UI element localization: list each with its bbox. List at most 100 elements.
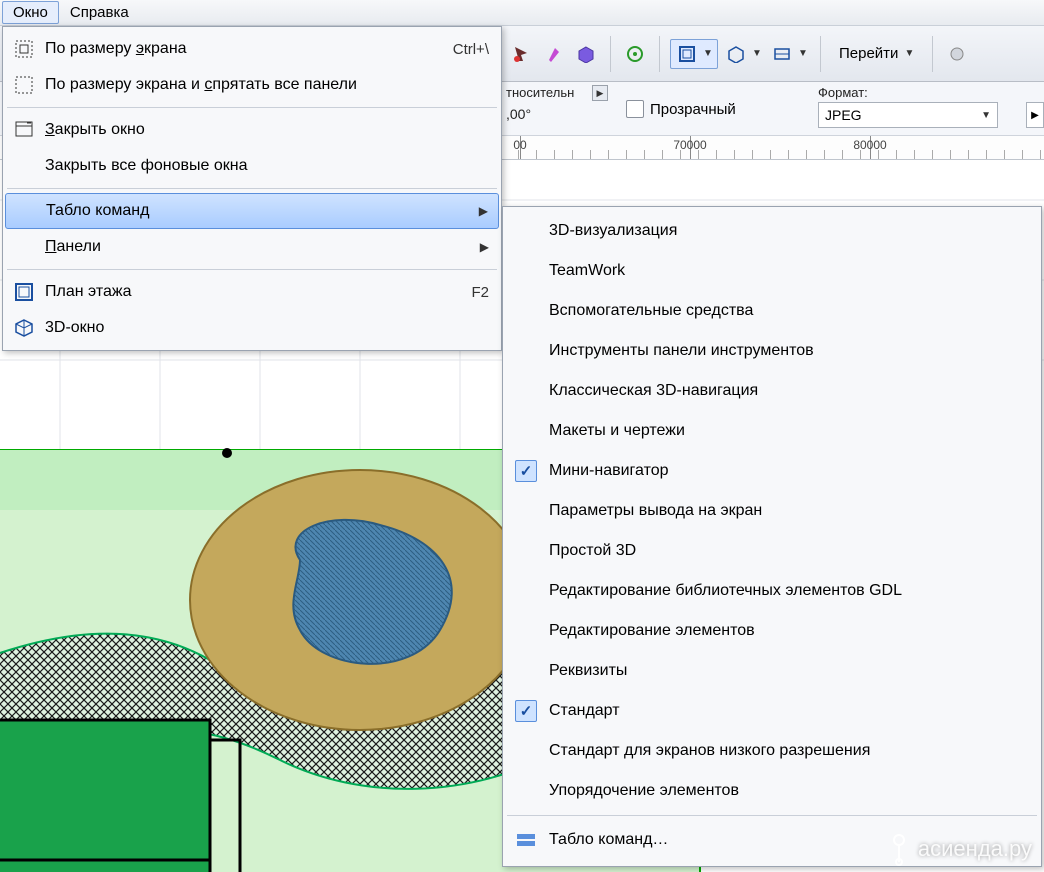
transparent-label: Прозрачный — [650, 101, 736, 118]
tool-target-icon[interactable] — [621, 40, 649, 68]
submenu-item-label: Табло команд… — [549, 831, 668, 849]
menu-item-label: 3D-окно — [45, 319, 104, 337]
submenu-item[interactable]: Реквизиты — [505, 651, 1039, 691]
toolbars-submenu: 3D-визуализация TeamWork Вспомогательные с… — [502, 206, 1042, 867]
tool-cube-icon[interactable] — [572, 40, 600, 68]
watermark-text: асиенда.ру — [918, 836, 1032, 862]
toolbar-separator — [659, 36, 660, 72]
check-icon: ✓ — [515, 700, 537, 722]
submenu-item[interactable]: Стандарт для экранов низкого разрешения — [505, 731, 1039, 771]
menu-separator — [507, 815, 1037, 816]
window-menu-dropdown: По размеру экранаCtrl+\По размеру экрана… — [2, 26, 502, 351]
watermark-icon — [888, 832, 910, 866]
menubar-item[interactable]: Окно — [2, 1, 59, 24]
submenu-item[interactable]: Макеты и чертежи — [505, 411, 1039, 451]
watermark: асиенда.ру — [888, 832, 1032, 866]
menu-item-label: По размеру экрана — [45, 40, 187, 58]
menu-item-label: Закрыть окно — [45, 121, 145, 139]
angle-value: ,00° — [506, 106, 531, 130]
format-select[interactable]: JPEG ▼ — [818, 102, 998, 128]
menu-separator — [7, 107, 497, 108]
menu-item[interactable]: По размеру экрана Ctrl+\ — [5, 31, 499, 67]
submenu-item-label: Параметры вывода на экран — [549, 502, 762, 520]
goto-label: Перейти — [839, 45, 898, 62]
submenu-item-label: Вспомогательные средства — [549, 302, 753, 320]
submenu-item[interactable]: Классическая 3D-навигация — [505, 371, 1039, 411]
menu-shortcut: F2 — [471, 284, 489, 301]
menu-item[interactable]: План этажаF2 — [5, 274, 499, 310]
transparent-checkbox[interactable] — [626, 100, 644, 118]
menu-item-label: Закрыть все фоновые окна — [45, 157, 248, 175]
submenu-item-label: 3D-визуализация — [549, 222, 677, 240]
format-play-button[interactable]: ▶ — [1026, 102, 1044, 128]
relative-label: тносительн — [506, 85, 574, 100]
toolbar-separator — [932, 36, 933, 72]
menu-shortcut: Ctrl+\ — [453, 41, 489, 58]
fit-hide-icon — [13, 74, 35, 96]
menu-item-label: Табло команд — [46, 202, 149, 220]
tool-misc-icon[interactable] — [943, 40, 971, 68]
goto-button[interactable]: Перейти ▼ — [831, 41, 922, 66]
submenu-item[interactable]: Параметры вывода на экран — [505, 491, 1039, 531]
menu-item[interactable]: Табло команд ▶ — [5, 193, 499, 229]
menu-item[interactable]: Панели ▶ — [5, 229, 499, 265]
submenu-item-label: Редактирование библиотечных элементов GD… — [549, 582, 902, 600]
ruler-label: 00 — [513, 138, 526, 152]
submenu-item[interactable]: TeamWork — [505, 251, 1039, 291]
submenu-arrow-icon: ▶ — [479, 204, 488, 218]
submenu-arrow-icon: ▶ — [480, 240, 489, 254]
submenu-item[interactable]: Инструменты панели инструментов — [505, 331, 1039, 371]
submenu-item[interactable]: Простой 3D — [505, 531, 1039, 571]
chevron-down-icon[interactable]: ▼ — [796, 40, 810, 68]
fit-screen-icon — [13, 38, 35, 60]
submenu-item-label: Упорядочение элементов — [549, 782, 739, 800]
submenu-item-label: Простой 3D — [549, 542, 636, 560]
tool-floorplan-button[interactable]: ▼ — [670, 39, 718, 69]
chevron-down-icon[interactable]: ▼ — [701, 40, 715, 68]
menubar-item[interactable]: Справка — [59, 1, 140, 24]
check-icon: ✓ — [515, 460, 537, 482]
submenu-item-label: Мини-навигатор — [549, 462, 669, 480]
submenu-item[interactable]: Вспомогательные средства — [505, 291, 1039, 331]
menu-item[interactable]: Закрыть окно — [5, 112, 499, 148]
menu-item-label: Панели — [45, 238, 101, 256]
menu-item[interactable]: 3D-окно — [5, 310, 499, 346]
close-window-icon — [13, 119, 35, 141]
submenu-item-label: Стандарт для экранов низкого разрешения — [549, 742, 870, 760]
tool-section-button[interactable]: ▼ — [768, 40, 810, 68]
menubar: ОкноСправка — [0, 0, 1044, 26]
menu-item[interactable]: Закрыть все фоновые окна — [5, 148, 499, 184]
threed-window-icon — [13, 317, 35, 339]
configure-icon — [515, 832, 537, 848]
floor-plan-icon — [13, 281, 35, 303]
submenu-item[interactable]: 3D-визуализация — [505, 211, 1039, 251]
format-label: Формат: — [818, 85, 998, 100]
chevron-down-icon: ▼ — [904, 48, 914, 59]
transparent-checkbox-row[interactable]: Прозрачный — [626, 82, 736, 118]
tool-arrow-icon[interactable] — [508, 40, 536, 68]
toolbar-separator — [820, 36, 821, 72]
tool-3d-button[interactable]: ▼ — [722, 40, 764, 68]
ruler-label: 70000 — [673, 138, 706, 152]
submenu-item-label: Классическая 3D-навигация — [549, 382, 758, 400]
submenu-item-label: Стандарт — [549, 702, 620, 720]
chevron-down-icon[interactable]: ▼ — [750, 40, 764, 68]
submenu-item-label: Редактирование элементов — [549, 622, 755, 640]
menu-item[interactable]: По размеру экрана и спрятать все панели — [5, 67, 499, 103]
tool-lamp-icon[interactable] — [540, 40, 568, 68]
submenu-item[interactable]: ✓ Стандарт — [505, 691, 1039, 731]
submenu-item[interactable]: ✓ Мини-навигатор — [505, 451, 1039, 491]
ruler-label: 80000 — [853, 138, 886, 152]
submenu-item-label: Макеты и чертежи — [549, 422, 685, 440]
submenu-item-label: TeamWork — [549, 262, 625, 280]
chevron-down-icon: ▼ — [981, 110, 991, 121]
menu-item-label: По размеру экрана и спрятать все панели — [45, 76, 357, 94]
submenu-item-label: Реквизиты — [549, 662, 627, 680]
menu-separator — [7, 188, 497, 189]
submenu-item[interactable]: Упорядочение элементов — [505, 771, 1039, 811]
submenu-item-label: Инструменты панели инструментов — [549, 342, 814, 360]
submenu-item[interactable]: Редактирование элементов — [505, 611, 1039, 651]
submenu-item[interactable]: Редактирование библиотечных элементов GD… — [505, 571, 1039, 611]
relative-play-icon[interactable]: ▶ — [592, 85, 608, 101]
toolbar-separator — [610, 36, 611, 72]
